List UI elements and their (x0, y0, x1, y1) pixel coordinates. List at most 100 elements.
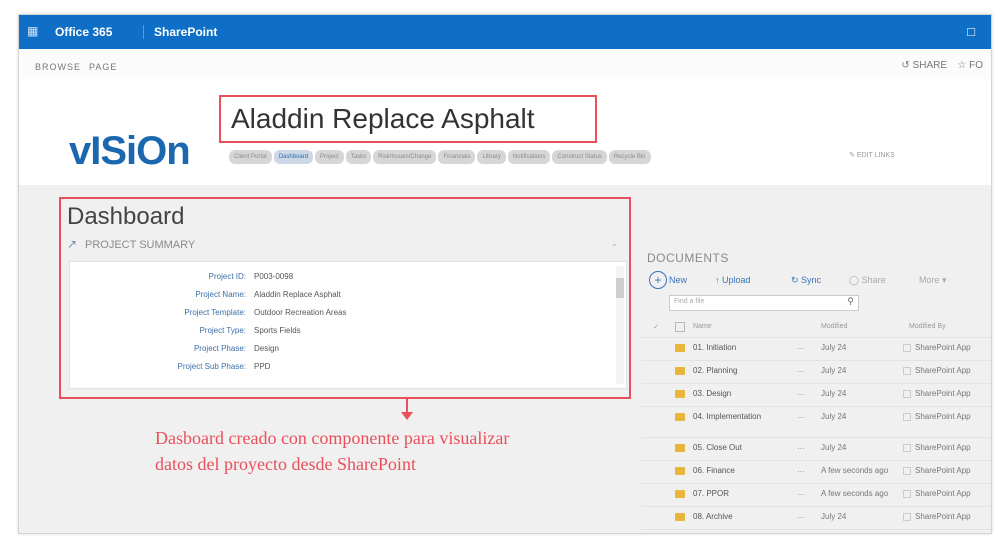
row-checkbox[interactable] (903, 490, 911, 498)
document-row[interactable]: 05. Close Out … July 24 SharePoint App (641, 438, 991, 461)
nav-construct-status[interactable]: Construct Status (552, 150, 607, 164)
row-checkbox[interactable] (903, 413, 911, 421)
row-checkbox[interactable] (903, 344, 911, 352)
nav-recycle-bin[interactable]: Recycle Bin (608, 150, 651, 164)
share-button[interactable]: ↺ SHARE (901, 60, 947, 71)
new-button[interactable]: New (669, 275, 687, 285)
document-modified-by[interactable]: SharePoint App (915, 489, 971, 498)
summary-row-project-name: Project Name: Aladdin Replace Asphalt (70, 290, 610, 308)
ellipsis-icon[interactable]: … (797, 511, 805, 520)
site-title[interactable]: Aladdin Replace Asphalt (231, 103, 535, 135)
nav-dashboard[interactable]: Dashboard (273, 150, 314, 164)
ellipsis-icon[interactable]: … (797, 388, 805, 397)
page-content: Dashboard ↗ PROJECT SUMMARY ⌃ Project ID… (19, 185, 991, 533)
document-name[interactable]: 01. Initiation (693, 343, 736, 352)
document-modified-by[interactable]: SharePoint App (915, 443, 971, 452)
summary-row-project-phase: Project Phase: Design (70, 344, 610, 362)
project-summary-panel: Project ID: P003-0098 Project Name: Alad… (69, 261, 627, 389)
select-all-checkbox[interactable] (675, 322, 685, 332)
folder-icon (675, 444, 685, 452)
nav-financials[interactable]: Financials (438, 150, 476, 164)
column-modified[interactable]: Modified (821, 323, 847, 330)
document-modified: July 24 (821, 366, 847, 375)
document-modified: A few seconds ago (821, 489, 889, 498)
share-doc-button[interactable]: ◯ Share (849, 275, 886, 286)
document-modified-by[interactable]: SharePoint App (915, 512, 971, 521)
document-modified: July 24 (821, 343, 847, 352)
document-modified-by[interactable]: SharePoint App (915, 412, 971, 421)
nav-library[interactable]: Library (477, 150, 506, 164)
document-modified-by[interactable]: SharePoint App (915, 343, 971, 352)
tab-browse[interactable]: BROWSE (35, 62, 81, 72)
edit-links[interactable]: ✎ EDIT LINKS (849, 151, 895, 159)
row-checkbox[interactable] (903, 444, 911, 452)
document-row[interactable]: 01. Initiation … July 24 SharePoint App (641, 338, 991, 361)
row-checkbox[interactable] (903, 467, 911, 475)
document-name[interactable]: 05. Close Out (693, 443, 742, 452)
upload-button[interactable]: ↑ Upload (715, 275, 751, 285)
sync-label: Sync (801, 275, 822, 285)
row-checkbox[interactable] (903, 513, 911, 521)
folder-icon (675, 513, 685, 521)
field-value: Aladdin Replace Asphalt (254, 290, 341, 299)
document-row[interactable]: 02. Planning … July 24 SharePoint App (641, 361, 991, 384)
folder-icon (675, 367, 685, 375)
document-name[interactable]: 02. Planning (693, 366, 737, 375)
search-icon[interactable]: ⚲ (847, 296, 854, 307)
document-name[interactable]: 08. Archive (693, 512, 733, 521)
ellipsis-icon[interactable]: … (797, 465, 805, 474)
document-modified: A few seconds ago (821, 466, 889, 475)
document-name[interactable]: 04. Implementation (693, 412, 763, 421)
document-name[interactable]: 06. Finance (693, 466, 735, 475)
ellipsis-icon[interactable]: … (797, 488, 805, 497)
nav-client-portal[interactable]: Client Portal (229, 150, 272, 164)
new-icon[interactable]: + (649, 271, 667, 289)
tab-page[interactable]: PAGE (89, 62, 117, 72)
row-checkbox[interactable] (903, 390, 911, 398)
nav-notifications[interactable]: Notifications (507, 150, 551, 164)
document-modified: July 24 (821, 412, 847, 421)
nav-project[interactable]: Project (315, 150, 344, 164)
sharepoint-link[interactable]: SharePoint (143, 25, 217, 39)
bell-icon[interactable]: □ (967, 24, 975, 39)
site-logo[interactable]: vISiOn (69, 129, 191, 174)
document-name[interactable]: 03. Design (693, 389, 731, 398)
document-row[interactable]: 04. Implementation … July 24 SharePoint … (641, 407, 991, 438)
ellipsis-icon[interactable]: … (797, 365, 805, 374)
field-value: Sports Fields (254, 326, 301, 335)
site-header: vISiOn Aladdin Replace Asphalt Client Po… (19, 79, 991, 185)
document-row[interactable]: 08. Archive … July 24 SharePoint App (641, 507, 991, 530)
project-summary-title: PROJECT SUMMARY (85, 239, 196, 251)
edit-links-label: EDIT LINKS (856, 152, 895, 159)
collapse-icon[interactable]: ⌃ (611, 243, 618, 252)
more-button[interactable]: More ▾ (919, 275, 947, 286)
documents-search[interactable]: Find a file ⚲ (669, 295, 859, 311)
ellipsis-icon[interactable]: … (797, 442, 805, 451)
office365-link[interactable]: Office 365 (55, 25, 112, 39)
follow-button[interactable]: ☆ FO (957, 60, 983, 71)
document-name[interactable]: 07. PPOR (693, 489, 729, 498)
column-name[interactable]: Name (693, 323, 712, 330)
column-modified-by[interactable]: Modified By (909, 323, 946, 330)
scrollbar-thumb[interactable] (616, 278, 624, 298)
document-modified-by[interactable]: SharePoint App (915, 389, 971, 398)
document-row[interactable]: 03. Design … July 24 SharePoint App (641, 384, 991, 407)
annotation-arrow-head (401, 412, 413, 420)
summary-scrollbar[interactable] (616, 266, 624, 384)
document-row[interactable]: 06. Finance … A few seconds ago SharePoi… (641, 461, 991, 484)
waffle-icon[interactable]: ▦ (27, 24, 41, 38)
annotation-caption: Dasboard creado con componente para visu… (155, 425, 635, 477)
nav-risk-issues-change[interactable]: Risk/Issues/Change (373, 150, 437, 164)
document-modified: July 24 (821, 443, 847, 452)
row-checkbox[interactable] (903, 367, 911, 375)
document-modified-by[interactable]: SharePoint App (915, 466, 971, 475)
ellipsis-icon[interactable]: … (797, 411, 805, 420)
type-column-icon[interactable]: ✓ (653, 323, 659, 331)
ellipsis-icon[interactable]: … (797, 342, 805, 351)
nav-tasks[interactable]: Tasks (345, 150, 372, 164)
document-modified-by[interactable]: SharePoint App (915, 366, 971, 375)
sync-button[interactable]: ↻ Sync (791, 275, 821, 286)
document-row[interactable]: 07. PPOR … A few seconds ago SharePoint … (641, 484, 991, 507)
field-value: PPD (254, 362, 271, 371)
field-label: Project Phase: (193, 344, 246, 353)
